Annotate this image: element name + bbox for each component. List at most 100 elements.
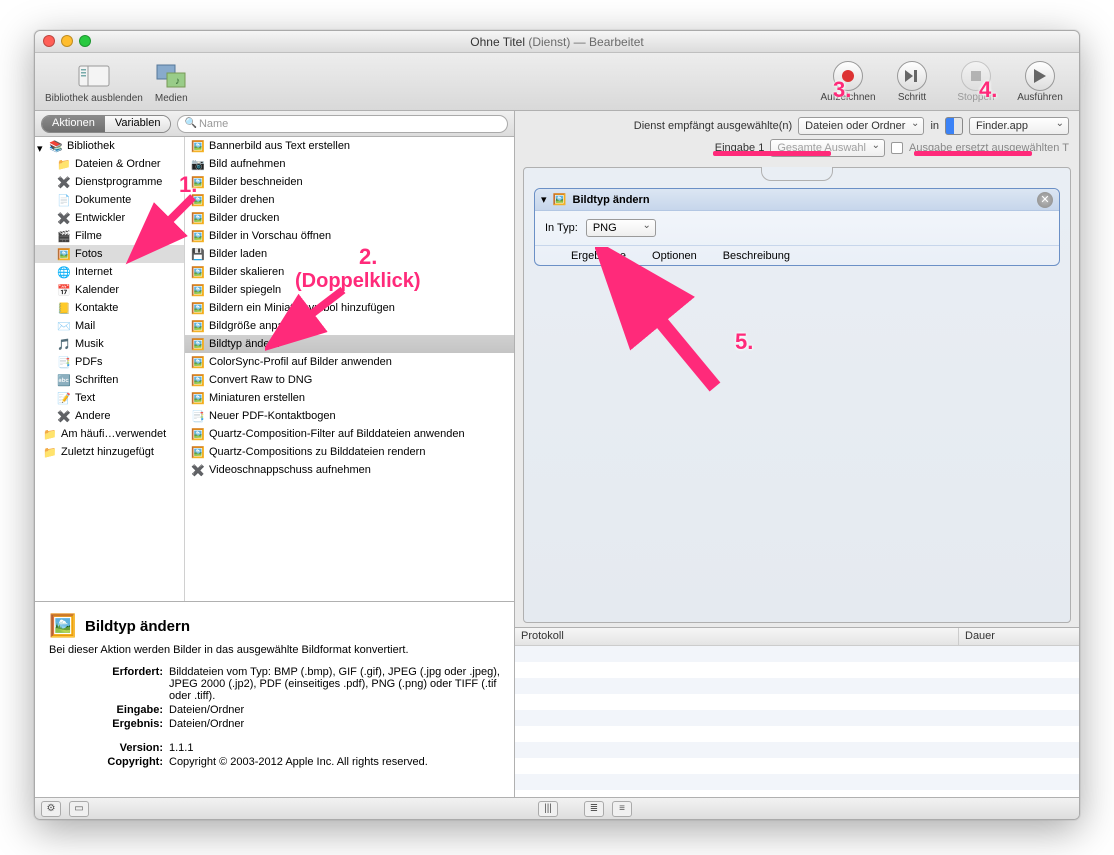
action-item[interactable]: 🖼️Bildern ein Miniatursymbol hinzufügen	[185, 299, 514, 317]
receives-select[interactable]: Dateien oder Ordner	[798, 117, 924, 135]
action-item[interactable]: ✖️Videoschnappschuss aufnehmen	[185, 461, 514, 479]
input1-label: Eingabe 1	[715, 142, 765, 154]
tab-actions[interactable]: Aktionen	[42, 116, 105, 132]
library-item[interactable]: 🔤Schriften	[35, 371, 184, 389]
action-icon: 📑	[191, 409, 205, 423]
intype-select[interactable]: PNG	[586, 219, 656, 237]
action-info-icon: 🖼️	[49, 612, 77, 640]
library-smart-item[interactable]: 📁Zuletzt hinzugefügt	[35, 443, 184, 461]
titlebar: Ohne Titel (Dienst) — Bearbeitet	[35, 31, 1079, 53]
action-icon: 🖼️	[191, 265, 205, 279]
library-item[interactable]: 🎵Musik	[35, 335, 184, 353]
library-item[interactable]: ✉️Mail	[35, 317, 184, 335]
step-button[interactable]: Schritt	[883, 61, 941, 103]
library-item[interactable]: 📒Kontakte	[35, 299, 184, 317]
category-icon: 🌐	[57, 265, 71, 279]
category-icon: 📒	[57, 301, 71, 315]
workflow-step-bildtyp[interactable]: ▾ 🖼️ Bildtyp ändern ✕ In Typ: PNG Ergebn…	[534, 188, 1060, 266]
action-item[interactable]: 🖼️Bilder beschneiden	[185, 173, 514, 191]
action-item[interactable]: 🖼️Quartz-Compositions zu Bilddateien ren…	[185, 443, 514, 461]
stop-icon	[961, 61, 991, 91]
run-button[interactable]: Ausführen	[1011, 61, 1069, 103]
action-item[interactable]: 🖼️Bilder spiegeln	[185, 281, 514, 299]
action-item[interactable]: 🖼️Convert Raw to DNG	[185, 371, 514, 389]
library-item[interactable]: ✖️Dienstprogramme	[35, 173, 184, 191]
step-title: Bildtyp ändern	[573, 194, 650, 206]
step-tab-options[interactable]: Optionen	[652, 250, 697, 262]
action-item[interactable]: 📑Neuer PDF-Kontaktbogen	[185, 407, 514, 425]
library-item[interactable]: 📅Kalender	[35, 281, 184, 299]
action-item[interactable]: 🖼️Bilder drucken	[185, 209, 514, 227]
library-tree[interactable]: ▾ 📚 Bibliothek 📁Dateien & Ordner✖️Dienst…	[35, 137, 185, 601]
library-item[interactable]: 🎬Filme	[35, 227, 184, 245]
gear-menu-button[interactable]: ⚙	[41, 801, 61, 817]
library-item[interactable]: 🖼️Fotos	[35, 245, 184, 263]
variables-view-button[interactable]: ≡	[612, 801, 632, 817]
media-button[interactable]: ♪ Medien	[155, 60, 188, 104]
input1-select: Gesamte Auswahl	[770, 139, 885, 157]
library-item[interactable]: 📝Text	[35, 389, 184, 407]
disclosure-triangle-icon[interactable]: ▾	[37, 142, 45, 150]
workflow-canvas[interactable]: ▾ 🖼️ Bildtyp ändern ✕ In Typ: PNG Ergebn…	[523, 167, 1071, 623]
receives-label: Dienst empfängt ausgewählte(n)	[634, 120, 792, 132]
action-item[interactable]: 🖼️Bannerbild aus Text erstellen	[185, 137, 514, 155]
app-select[interactable]: Finder.app	[969, 117, 1069, 135]
library-item[interactable]: 📑PDFs	[35, 353, 184, 371]
remove-step-button[interactable]: ✕	[1037, 192, 1053, 208]
smart-folder-icon: 📁	[43, 427, 57, 441]
action-icon: 🖼️	[191, 139, 205, 153]
action-icon: 🖼️	[191, 355, 205, 369]
log-view-button[interactable]: ≣	[584, 801, 604, 817]
action-item[interactable]: 🖼️Bildtyp ändern	[185, 335, 514, 353]
search-placeholder: Name	[199, 118, 228, 130]
library-item[interactable]: 📄Dokumente	[35, 191, 184, 209]
action-item[interactable]: 🖼️Miniaturen erstellen	[185, 389, 514, 407]
library-root[interactable]: ▾ 📚 Bibliothek	[35, 137, 184, 155]
action-item[interactable]: 💾Bilder laden	[185, 245, 514, 263]
action-list[interactable]: 🖼️Bannerbild aus Text erstellen📷Bild auf…	[185, 137, 514, 601]
action-item[interactable]: 🖼️Bildgröße anpassen	[185, 317, 514, 335]
step-tab-results[interactable]: Ergebnisse	[571, 250, 626, 262]
library-smart-item[interactable]: 📁Am häufi…verwendet	[35, 425, 184, 443]
log-rows	[515, 646, 1079, 797]
svg-text:♪: ♪	[175, 76, 180, 87]
action-item[interactable]: 🖼️Quartz-Composition-Filter auf Bilddate…	[185, 425, 514, 443]
info-pane: 🖼️ Bildtyp ändern Bei dieser Aktion werd…	[35, 601, 514, 797]
close-window-button[interactable]	[43, 35, 55, 47]
minimize-window-button[interactable]	[61, 35, 73, 47]
action-item[interactable]: 🖼️ColorSync-Profil auf Bilder anwenden	[185, 353, 514, 371]
search-input[interactable]: 🔍 Name	[177, 115, 508, 133]
library-icon	[78, 60, 110, 92]
action-icon: 🖼️	[191, 373, 205, 387]
toggle-info-button[interactable]: ▭	[69, 801, 89, 817]
library-icon: 📚	[49, 139, 63, 153]
action-item[interactable]: 📷Bild aufnehmen	[185, 155, 514, 173]
hide-library-button[interactable]: Bibliothek ausblenden	[45, 60, 143, 104]
zoom-window-button[interactable]	[79, 35, 91, 47]
columns-icon[interactable]: |||	[538, 801, 558, 817]
action-icon: 📷	[191, 157, 205, 171]
log-col-protokoll[interactable]: Protokoll	[515, 628, 959, 645]
disclosure-triangle-icon[interactable]: ▾	[541, 193, 547, 206]
action-item[interactable]: 🖼️Bilder skalieren	[185, 263, 514, 281]
replace-checkbox[interactable]	[891, 142, 903, 154]
input-connector	[761, 167, 833, 181]
record-button[interactable]: Aufzeichnen	[819, 61, 877, 103]
in-label: in	[930, 120, 939, 132]
library-item[interactable]: 🌐Internet	[35, 263, 184, 281]
library-tabs[interactable]: Aktionen Variablen	[41, 115, 171, 133]
category-icon: 📝	[57, 391, 71, 405]
library-item[interactable]: ✖️Andere	[35, 407, 184, 425]
step-tab-description[interactable]: Beschreibung	[723, 250, 790, 262]
action-item[interactable]: 🖼️Bilder in Vorschau öffnen	[185, 227, 514, 245]
action-icon: 💾	[191, 247, 205, 261]
log-col-dauer[interactable]: Dauer	[959, 628, 1079, 645]
service-header: Dienst empfängt ausgewählte(n) Dateien o…	[515, 111, 1079, 163]
stop-button[interactable]: Stoppen	[947, 61, 1005, 103]
action-icon: 🖼️	[191, 193, 205, 207]
tab-variables[interactable]: Variablen	[105, 116, 171, 132]
action-icon: 🖼️	[191, 301, 205, 315]
library-item[interactable]: 📁Dateien & Ordner	[35, 155, 184, 173]
library-item[interactable]: ✖️Entwickler	[35, 209, 184, 227]
action-item[interactable]: 🖼️Bilder drehen	[185, 191, 514, 209]
